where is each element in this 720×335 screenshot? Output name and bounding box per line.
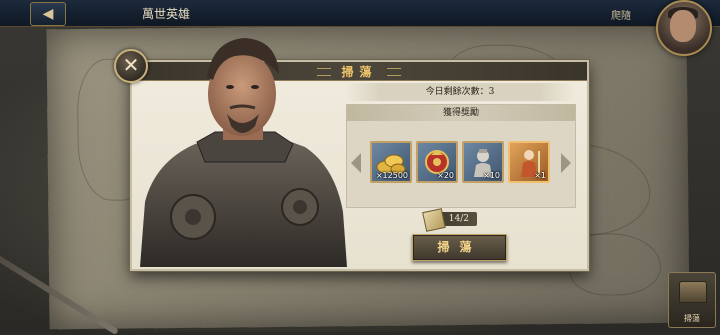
reward-qty: ×12500	[375, 171, 408, 180]
sweep-button[interactable]: 掃蕩	[412, 234, 507, 261]
reward-item-warrior[interactable]: ×1	[508, 141, 550, 183]
close-button[interactable]: ✕	[114, 49, 148, 83]
scroll-left-icon[interactable]	[351, 153, 361, 173]
reward-qty: ×10	[483, 171, 500, 180]
page-title: 萬世英雄	[142, 7, 191, 21]
top-right-label[interactable]: 爬隨	[611, 7, 631, 22]
reward-item-soldier[interactable]: ×10	[462, 141, 504, 183]
reward-qty: ×20	[437, 171, 454, 180]
sweep-shortcut-button[interactable]: 掃蕩	[668, 272, 716, 328]
top-bar: ◀ 萬世英雄 爬隨	[0, 0, 720, 27]
rewards-title: 獲得獎勵	[347, 105, 575, 121]
sweep-shortcut-label: 掃蕩	[684, 314, 700, 323]
avatar-face	[670, 10, 696, 42]
remaining-count: 今日剩餘次數：3	[346, 83, 574, 101]
back-button[interactable]: ◀	[30, 2, 66, 26]
scroll-ticket-icon	[422, 208, 446, 232]
reward-item-crest[interactable]: ×20	[416, 141, 458, 183]
hero-portrait	[140, 38, 347, 267]
player-avatar[interactable]	[656, 0, 712, 56]
close-icon: ✕	[122, 53, 140, 77]
header-ornament-right	[387, 68, 401, 76]
reward-qty: ×1	[534, 171, 546, 180]
back-arrow-icon: ◀	[42, 6, 54, 22]
scroll-right-icon[interactable]	[561, 153, 571, 173]
chest-icon	[679, 281, 707, 303]
rewards-panel: 獲得獎勵 ×12500 ×20 ×10 ×1	[346, 104, 576, 208]
reward-item-gold[interactable]: ×12500	[370, 141, 412, 183]
